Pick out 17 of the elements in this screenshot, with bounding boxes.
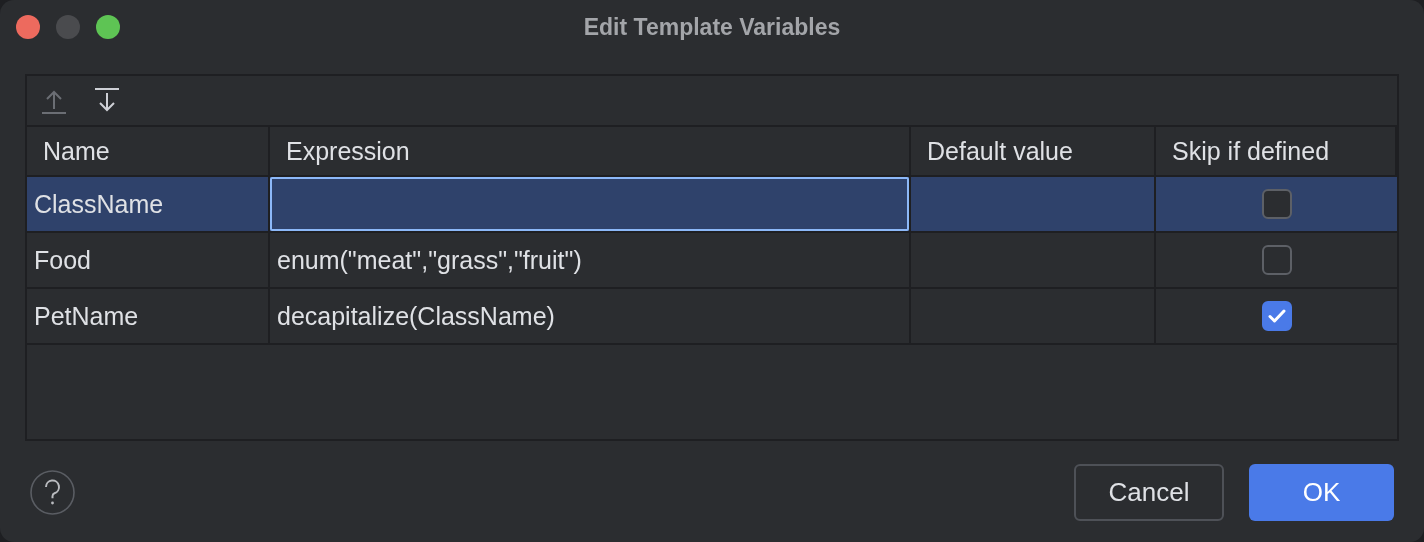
table-cell[interactable]: PetName bbox=[27, 289, 270, 345]
ok-button[interactable]: OK bbox=[1249, 463, 1394, 521]
close-button[interactable] bbox=[16, 15, 40, 39]
checkbox[interactable] bbox=[1261, 189, 1292, 219]
table-cell[interactable]: enum("meat","grass","fruit") bbox=[270, 233, 911, 289]
window-title: Edit Template Variables bbox=[583, 13, 841, 41]
help-icon[interactable] bbox=[30, 469, 75, 515]
cancel-button[interactable]: Cancel bbox=[1074, 463, 1224, 521]
minimize-button[interactable] bbox=[56, 15, 80, 39]
table-cell[interactable]: Food bbox=[27, 233, 270, 289]
checkbox[interactable] bbox=[1261, 301, 1292, 331]
zoom-button[interactable] bbox=[96, 15, 120, 39]
table-cell[interactable] bbox=[911, 177, 1156, 233]
table-cell[interactable]: ClassName bbox=[27, 177, 270, 233]
table-cell[interactable]: decapitalize(ClassName) bbox=[270, 289, 911, 345]
checkbox[interactable] bbox=[1261, 245, 1292, 275]
expression-field[interactable] bbox=[270, 177, 909, 231]
